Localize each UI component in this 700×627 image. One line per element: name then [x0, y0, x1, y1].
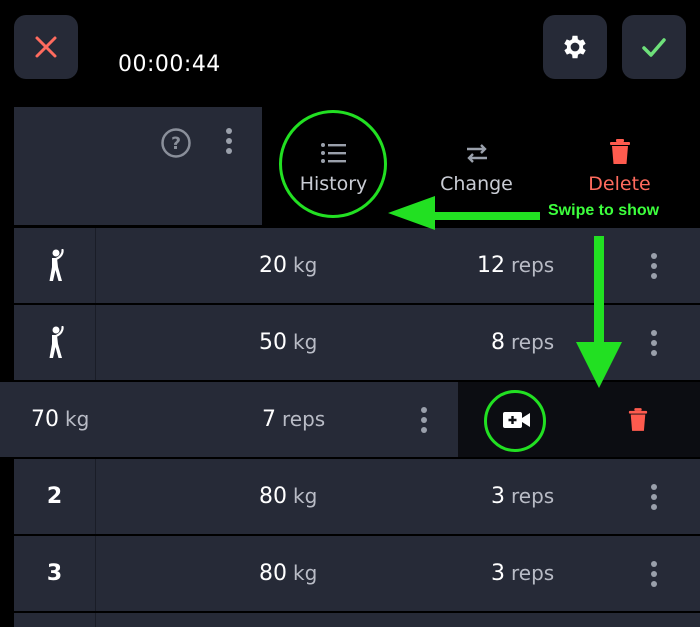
swipe-hint: Swipe to show	[548, 202, 660, 219]
annotation-arrows	[388, 196, 622, 388]
arrow-down	[576, 236, 622, 388]
arrow-left	[388, 196, 540, 230]
